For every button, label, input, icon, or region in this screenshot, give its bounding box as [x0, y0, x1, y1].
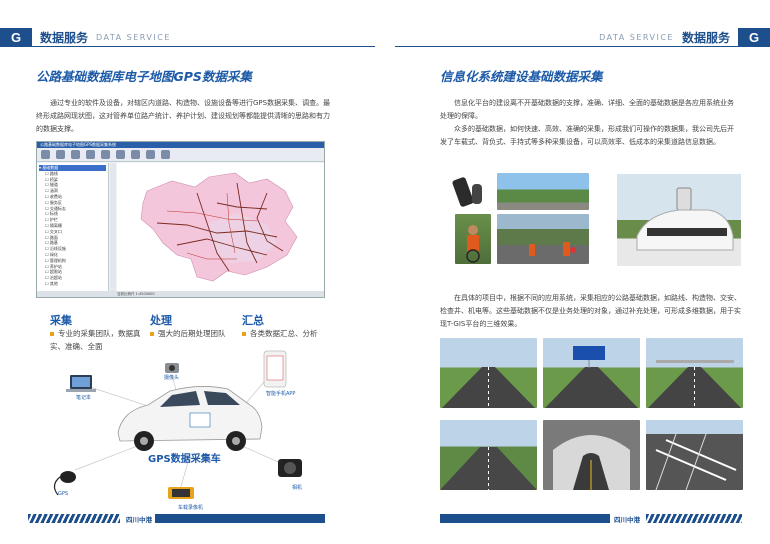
photo-drone-road [497, 173, 589, 210]
left-header-line [0, 46, 375, 47]
left-header-title: 数据服务 [40, 30, 89, 45]
right-title: 信息化系统建设基础数据采集 [440, 69, 603, 84]
left-footer-stripe [28, 514, 120, 523]
left-footer-text: 四川中港 [126, 516, 152, 524]
gps-car-diagram [53, 350, 302, 499]
right-header-g: G [738, 28, 770, 46]
toolbar-icon[interactable] [101, 150, 110, 159]
render-intersection [646, 420, 743, 490]
app-toolbar [37, 148, 324, 162]
feature-process-desc: 强大的后期处理团队 [158, 329, 226, 338]
laptop-label: 笔记本 [76, 395, 92, 401]
feature-summary-desc: 各类数据汇总、分析 [250, 329, 318, 338]
toolbar-icon[interactable] [131, 150, 140, 159]
right-paragraph-2: 众多的基础数据，如何快速、高效、准确的采集，形成我们可操作的数据集，我公司先后开… [440, 125, 734, 146]
right-paragraph-3: 在具体的项目中，根据不同的应用系统，采集相应的公路基础数据，如路线、构造物、交安… [440, 294, 741, 328]
photo-road-survey [497, 214, 589, 264]
map-view[interactable] [117, 163, 324, 291]
left-header: G 数据服务 DATA SERVICE [0, 28, 171, 46]
photo-worker [455, 214, 491, 264]
gps-label: GPS [58, 491, 69, 497]
car-label: GPS数据采集车 [148, 454, 221, 465]
toolbar-icon[interactable] [86, 150, 95, 159]
feature-title-collect: 采集 [50, 314, 72, 327]
photo-handheld-device [444, 174, 494, 210]
render-road-4 [440, 420, 537, 490]
photo-vehicle-scanner [617, 174, 741, 266]
right-header-title: 数据服务 [681, 30, 730, 45]
feature-title-process: 处理 [150, 314, 172, 327]
left-footer-bar [155, 514, 325, 523]
right-header-line [395, 46, 770, 47]
feature-text-summary: 各类数据汇总、分析 [242, 327, 334, 340]
render-tunnel [543, 420, 640, 490]
dslr-label: 相机 [292, 485, 303, 491]
tree-list: ▾ 基础数据 ☐ 路线 ☐ 桥梁 ☐ 隧道 ☐ 涵洞 ☐ 收费站 ☐ 服务区 ☐ 交通标志 ☐ … [39, 165, 106, 287]
tree-item[interactable]: ☐ 其他 [39, 281, 106, 287]
car-icon [117, 386, 263, 451]
right-header: DATA SERVICE 数据服务 G [599, 28, 770, 46]
feature-text-process: 强大的后期处理团队 [150, 327, 242, 340]
laptop-icon [66, 375, 96, 392]
layer-tree: ▾ 基础数据 ☐ 路线 ☐ 桥梁 ☐ 隧道 ☐ 涵洞 ☐ 收费站 ☐ 服务区 ☐ 交通标志 ☐ … [37, 163, 109, 291]
province-map [140, 172, 298, 282]
phone-icon [263, 350, 287, 388]
right-header-subtitle: DATA SERVICE [599, 32, 674, 42]
right-footer-bar [440, 514, 610, 523]
dslr-camera-icon [278, 459, 302, 477]
camera-top-label: 摄像头 [164, 375, 180, 381]
right-footer-stripe [646, 514, 742, 523]
right-footer-text: 四川中港 [614, 516, 640, 524]
toolbar-icon[interactable] [41, 150, 50, 159]
bullet-icon [150, 332, 154, 336]
left-title: 公路基础数据库电子地图GPS数据采集 [36, 69, 252, 84]
left-header-g: G [0, 28, 32, 46]
render-road-sign [543, 338, 640, 408]
map-side-toolbar [110, 163, 116, 291]
phone-label: 智能手机APP [266, 391, 296, 397]
toolbar-icon[interactable] [146, 150, 155, 159]
bullet-icon [50, 332, 54, 336]
render-road-gantry [646, 338, 743, 408]
toolbar-icon[interactable] [71, 150, 80, 159]
render-road-1 [440, 338, 537, 408]
right-paragraph-1: 信息化平台的建设离不开基础数据的支撑，准确、详细、全面的基础数据是各应用系统业务… [440, 99, 734, 120]
left-paragraph: 通过专业的软件及设备，对辖区内道路、构造物、设施设备等进行GPS数据采集、调查。… [36, 99, 331, 133]
app-statusbar: 当前比例尺 1:4500000 [37, 291, 324, 297]
toolbar-icon[interactable] [161, 150, 170, 159]
bullet-icon [242, 332, 246, 336]
left-header-subtitle: DATA SERVICE [96, 32, 171, 42]
recorder-icon [168, 487, 194, 499]
gis-app-screenshot: 公路基础数据库电子地图GPS数据采集系统 ▾ 基础数据 ☐ 路线 ☐ 桥梁 ☐ 隧道 ☐… [36, 141, 325, 298]
toolbar-icon[interactable] [116, 150, 125, 159]
feature-title-summary: 汇总 [242, 314, 264, 327]
toolbar-icon[interactable] [56, 150, 65, 159]
recorder-label: 车载录像机 [178, 505, 204, 511]
camera-icon [165, 363, 179, 373]
